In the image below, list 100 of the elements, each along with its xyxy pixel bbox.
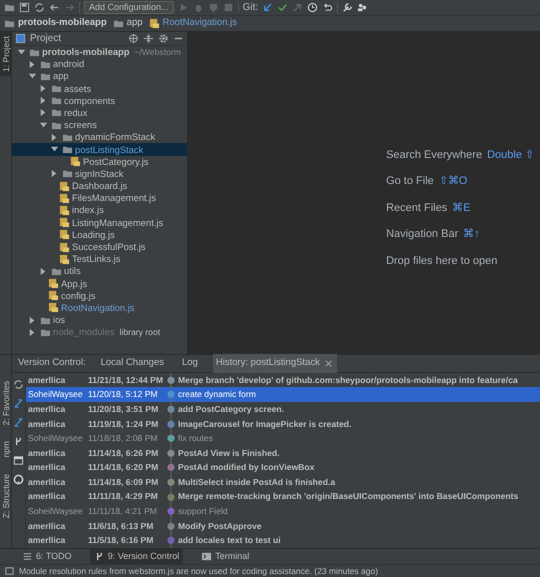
tree-item[interactable]: app	[12, 70, 187, 83]
hint-text: Go to File	[386, 174, 434, 190]
message-icon[interactable]	[4, 566, 15, 576]
git-label: Git:	[242, 1, 258, 15]
tool-window-tab[interactable]: npm	[0, 437, 11, 462]
tree-item[interactable]: components	[12, 94, 187, 107]
file-icon	[59, 204, 70, 216]
tree-item[interactable]: Loading.js	[12, 228, 187, 241]
commit-row[interactable]: amerllica 11/19/18, 1:24 PM ImageCarousel for ImagePicker is created.	[26, 416, 540, 432]
commit-row[interactable]: amerllica 11/11/18, 4:29 PM Merge remote-tracking branch 'origin/BaseUIComponents' into BaseUIComponents	[26, 490, 540, 504]
tab[interactable]: History: postListingStack	[212, 354, 337, 372]
file-icon	[59, 254, 70, 265]
tree-item[interactable]: android	[12, 58, 187, 70]
commit-row[interactable]: amerllica 11/14/18, 6:09 PM MultiSelect inside PostAd is finished.a	[26, 475, 540, 490]
tab[interactable]: Log	[178, 354, 201, 372]
tree-item[interactable]: dynamicFormStack	[12, 131, 187, 144]
shortcut-text: ⌘E	[452, 200, 471, 216]
tree-item[interactable]: FilesManagement.js	[12, 192, 187, 204]
commit-row[interactable]: amerllica 11/14/18, 6:26 PM PostAd View is Finished.	[26, 446, 540, 460]
folder-icon	[62, 168, 73, 180]
ring-icon[interactable]	[13, 474, 24, 485]
file-icon	[48, 302, 59, 314]
commit-check-icon[interactable]	[277, 2, 288, 13]
tree-item[interactable]: assets	[12, 82, 187, 95]
folder-icon	[62, 144, 73, 156]
commit-row[interactable]: SoheilWaysee 11/11/18, 4:21 PM support Field	[26, 504, 540, 519]
refresh-icon[interactable]	[13, 378, 24, 390]
file-icon	[59, 180, 70, 192]
hint-text: Recent Files	[386, 200, 448, 216]
tree-item[interactable]: index.js	[12, 204, 187, 217]
hint-text: Navigation Bar	[386, 227, 458, 242]
tree-item[interactable]: SuccessfulPost.js	[12, 240, 187, 254]
tool-window-tab[interactable]: 6: TODO	[18, 548, 76, 564]
commit-row[interactable]: SoheilWaysee 11/18/18, 2:08 PM fix routes	[26, 431, 540, 446]
tree-item[interactable]: PostCategory.js	[12, 156, 187, 168]
list-icon	[22, 551, 33, 562]
hint-text: Drop files here to open	[386, 254, 498, 269]
file-icon	[70, 156, 81, 168]
save-icon[interactable]	[19, 2, 30, 13]
tool-window-tab[interactable]: Z: Structure	[0, 470, 11, 522]
branch-icon[interactable]	[13, 436, 24, 447]
tree-item[interactable]: ios	[12, 314, 187, 326]
commit-row[interactable]: amerllica 11/6/18, 6:13 PM Modify PostApprove	[26, 518, 540, 534]
close-icon[interactable]	[322, 358, 334, 369]
sync-icon[interactable]	[34, 2, 45, 13]
collapse-icon[interactable]	[143, 32, 154, 44]
tree-item[interactable]: node_modules library root	[12, 326, 187, 338]
locate-icon[interactable]	[128, 32, 139, 44]
tree-item[interactable]: signInStack	[12, 168, 187, 180]
tool-window-tab[interactable]: Terminal	[197, 548, 254, 564]
people-icon[interactable]	[357, 2, 368, 13]
shortcut-text: ⇧⌘O	[438, 174, 468, 190]
revert-icon[interactable]	[322, 2, 334, 13]
tool-window-tab[interactable]: 9: Version Control	[90, 548, 184, 564]
file-icon	[59, 242, 70, 253]
file-icon	[59, 192, 70, 204]
commit-row[interactable]: amerllica 11/5/18, 6:16 PM add locales text to test ui	[26, 533, 540, 548]
tree-item[interactable]: config.js	[12, 290, 187, 302]
file-icon	[48, 290, 59, 302]
panel-title[interactable]: Project	[30, 32, 62, 46]
tool-window-tab[interactable]: 2: Favorites	[0, 376, 11, 430]
file-icon	[59, 229, 70, 240]
tree-item[interactable]: redux	[12, 106, 187, 120]
settings-icon[interactable]	[342, 2, 354, 13]
configuration-dropdown[interactable]: Add Configuration...	[84, 1, 174, 14]
commit-row[interactable]: amerllica 11/20/18, 3:51 PM add PostCategory screen.	[26, 402, 540, 417]
history-icon[interactable]	[307, 2, 318, 13]
hint-text: Search Everywhere	[386, 148, 482, 163]
panel-icon	[15, 32, 26, 44]
update-icon[interactable]	[262, 2, 274, 13]
tree-item[interactable]: TestLinks.js	[12, 253, 187, 266]
tab[interactable]: Local Changes	[98, 354, 167, 372]
tree-item[interactable]: screens	[12, 119, 187, 132]
terminal-icon	[201, 551, 212, 562]
commit-row[interactable]: SoheilWaysee 11/20/18, 5:12 PM create dynamic form	[26, 387, 540, 402]
tree-item[interactable]: App.js	[12, 278, 187, 290]
tree-item[interactable]: utils	[12, 265, 187, 278]
folder-icon	[51, 107, 62, 118]
shortcut-text: Double ⇧	[487, 148, 534, 163]
settings-icon[interactable]	[158, 32, 169, 44]
file-icon	[59, 217, 70, 228]
breadcrumb-link[interactable]: app	[126, 16, 143, 31]
tool-window-tab[interactable]: 1: Project	[0, 32, 11, 76]
back-arrow-icon[interactable]	[49, 2, 60, 13]
folder-icon	[51, 95, 62, 106]
file-icon	[148, 18, 160, 29]
shortcut-text: ⌘↑	[463, 227, 480, 242]
breadcrumb-link[interactable]: protools-mobileapp	[18, 16, 107, 31]
status-text: Module resolution rules from webstorm.js are now used for coding assistance. (23 minutes ago)	[19, 564, 378, 577]
breadcrumb-link[interactable]: RootNavigation.js	[162, 16, 237, 31]
file-icon	[48, 278, 59, 290]
tree-item[interactable]: ListingManagement.js	[12, 216, 187, 229]
tree-item[interactable]: postListingStack	[12, 143, 187, 156]
commit-row[interactable]: amerllica 11/14/18, 6:20 PM PostAd modified by IconViewBox	[26, 460, 540, 476]
tree-item[interactable]: Dashboard.js	[12, 180, 187, 192]
window-icon[interactable]	[13, 454, 24, 466]
tree-item[interactable]: RootNavigation.js	[12, 302, 187, 314]
open-folder-icon[interactable]	[4, 2, 15, 13]
tree-item[interactable]: protools-mobileapp ~/Webstorm	[12, 46, 187, 58]
commit-row[interactable]: amerllica 11/21/18, 12:44 PM Merge branch 'develop' of github.com:sheypoor/protools-mobileapp into feature/ca	[26, 372, 540, 388]
